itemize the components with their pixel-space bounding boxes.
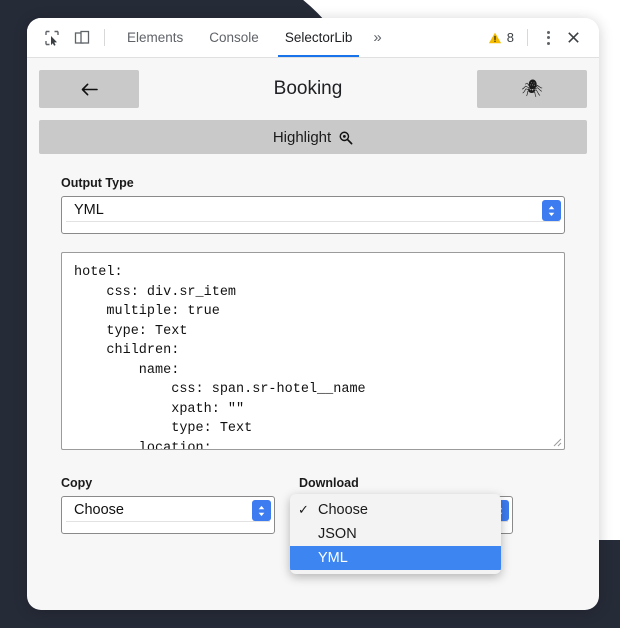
device-toolbar-icon[interactable] (67, 18, 97, 57)
toolbar-divider (104, 29, 105, 46)
output-type-field: Output Type YML (27, 154, 599, 234)
copy-stepper-glyph (258, 505, 265, 516)
devtools-toolbar: Elements Console SelectorLib » 8 (27, 18, 599, 58)
highlight-label: Highlight (272, 128, 332, 146)
kebab-dot-1 (546, 30, 550, 34)
output-type-value: YML (74, 202, 104, 218)
more-options-icon[interactable] (537, 18, 559, 57)
copy-field: Copy Choose (61, 476, 275, 534)
tab-elements[interactable]: Elements (114, 18, 196, 57)
warning-indicator[interactable]: 8 (488, 18, 520, 57)
download-option-yml[interactable]: YML (290, 546, 501, 570)
download-option-yml-label: YML (318, 550, 348, 566)
devtools-window: Elements Console SelectorLib » 8 Booking… (27, 18, 599, 610)
kebab-dot-2 (546, 36, 550, 39)
magnifier-icon (339, 131, 353, 144)
tab-selectorlib-label: SelectorLib (284, 30, 353, 45)
output-type-stepper-icon (542, 200, 561, 221)
panel-header: Booking 🕷 (27, 58, 599, 108)
warning-count: 8 (506, 30, 514, 45)
download-option-choose-label: Choose (318, 502, 368, 518)
copy-select[interactable]: Choose (61, 496, 275, 534)
tab-elements-label: Elements (127, 30, 184, 45)
yaml-output-area (61, 252, 565, 450)
close-icon[interactable] (559, 18, 587, 57)
tab-console[interactable]: Console (196, 18, 272, 57)
output-type-select-divider (66, 221, 560, 222)
back-button[interactable] (39, 70, 139, 108)
close-glyph (567, 32, 579, 43)
back-arrow-icon (81, 83, 98, 95)
more-tabs-label: » (373, 29, 382, 46)
page-title: Booking (273, 78, 343, 99)
copy-value: Choose (74, 502, 124, 518)
output-type-label: Output Type (61, 176, 134, 190)
download-label: Download (299, 476, 359, 490)
yaml-textarea[interactable] (61, 252, 565, 450)
kebab-dot-3 (546, 41, 550, 45)
copy-select-divider (66, 521, 270, 522)
device-toolbar-glyph (74, 30, 90, 44)
download-option-choose[interactable]: ✓ Choose (290, 498, 501, 522)
stepper-chevrons-glyph (548, 205, 555, 216)
more-tabs-icon[interactable]: » (365, 18, 389, 57)
download-option-json-label: JSON (318, 526, 357, 542)
copy-label: Copy (61, 476, 93, 490)
highlight-button[interactable]: Highlight (39, 120, 587, 154)
inspect-element-glyph (45, 30, 59, 46)
selectorlib-panel: Booking 🕷 Highlight Output Type YML hote… (27, 58, 599, 574)
spider-button[interactable]: 🕷 (477, 70, 587, 108)
output-type-select[interactable]: YML (61, 196, 565, 234)
copy-stepper-icon (252, 500, 271, 521)
download-dropdown-menu[interactable]: ✓ Choose JSON YML (290, 494, 501, 574)
download-field: Download Choose ✓ Choose (290, 476, 513, 574)
export-row: Copy Choose Download Choose (27, 450, 599, 574)
warning-triangle-icon (488, 32, 501, 43)
spider-icon: 🕷 (521, 79, 543, 98)
download-option-json[interactable]: JSON (290, 522, 501, 546)
inspect-element-icon[interactable] (37, 18, 67, 57)
tab-selectorlib[interactable]: SelectorLib (272, 18, 366, 57)
tab-console-label: Console (209, 30, 259, 45)
download-option-choose-check: ✓ (298, 502, 309, 517)
toolbar-divider-2 (527, 29, 528, 46)
